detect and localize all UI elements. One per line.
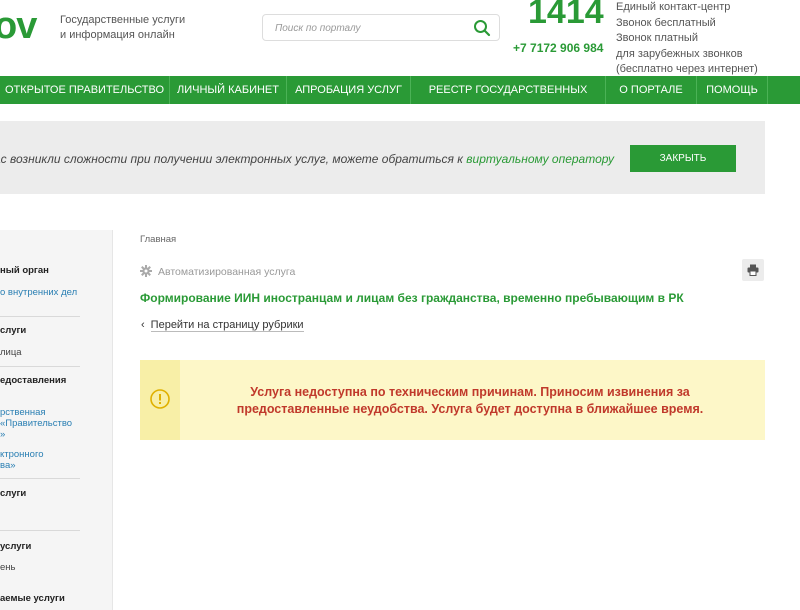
- nav-item-about[interactable]: О ПОРТАЛЕ: [606, 76, 696, 104]
- contact-center-long-number[interactable]: +7 7172 906 984: [513, 41, 603, 55]
- service-type-label: Автоматизированная услуга: [158, 266, 296, 278]
- search-icon[interactable]: [473, 19, 491, 37]
- contact-line: Звонок платный: [616, 32, 698, 44]
- sidebar-divider: [0, 316, 80, 317]
- contact-line: Звонок бесплатный: [616, 16, 716, 29]
- main-nav: ОТКРЫТОЕ ПРАВИТЕЛЬСТВО ЛИЧНЫЙ КАБИНЕТ АП…: [0, 76, 800, 124]
- search-box[interactable]: [262, 14, 500, 41]
- sidebar-divider: [0, 530, 80, 531]
- sidebar-heading: слуги: [0, 325, 27, 336]
- breadcrumb-home[interactable]: Главная: [140, 234, 176, 245]
- alert-icon-column: [140, 360, 180, 440]
- service-unavailable-alert: Услуга недоступна по техническим причина…: [140, 360, 765, 440]
- sidebar-link[interactable]: »: [0, 429, 5, 441]
- sidebar-text: ень: [0, 562, 16, 573]
- nav-item-services-approbation[interactable]: АПРОБАЦИЯ УСЛУГ: [287, 76, 410, 104]
- sidebar-heading: едоставления: [0, 375, 67, 386]
- nav-item-help[interactable]: ПОМОЩЬ: [697, 76, 767, 104]
- contact-line: для зарубежных звонков: [616, 47, 743, 60]
- sidebar-text: лица: [0, 347, 22, 358]
- tagline-line-1: Государственные услуги: [60, 14, 186, 26]
- nav-item-personal-cabinet[interactable]: ЛИЧНЫЙ КАБИНЕТ: [170, 76, 286, 104]
- virtual-operator-link[interactable]: виртуальному оператору: [466, 152, 614, 166]
- close-banner-button[interactable]: ЗАКРЫТЬ: [630, 145, 736, 172]
- back-link-label: Перейти на страницу рубрики: [150, 319, 304, 332]
- nav-item-open-government[interactable]: ОТКРЫТОЕ ПРАВИТЕЛЬСТВО: [0, 76, 169, 104]
- sidebar-heading: ный орган: [0, 265, 49, 276]
- info-icon: [150, 389, 170, 409]
- banner-message: ас возникли сложности при получении элек…: [0, 152, 467, 166]
- back-to-rubric-link[interactable]: ‹ Перейти на страницу рубрики: [141, 319, 304, 332]
- contact-info: Единый контакт-центр Звонок бесплатный З…: [616, 0, 758, 78]
- portal-logo[interactable]: ov: [0, 4, 37, 48]
- nav-item-services-registry[interactable]: РЕЕСТР ГОСУДАРСТВЕННЫХ УСЛУГ: [411, 76, 605, 124]
- chevron-left-icon: ‹: [141, 319, 145, 331]
- print-button[interactable]: [742, 259, 764, 281]
- contact-center-short-number[interactable]: 1414: [528, 0, 604, 32]
- alert-message: Услуга недоступна по техническим причина…: [236, 385, 704, 416]
- sidebar-heading: услуги: [0, 541, 32, 552]
- search-input[interactable]: [275, 20, 465, 36]
- internet-call-link[interactable]: (бесплатно через интернет): [616, 63, 758, 77]
- sidebar-link[interactable]: о внутренних дел: [0, 287, 77, 299]
- sidebar-heading: аемые услуги: [0, 593, 65, 604]
- sidebar-heading: слуги: [0, 488, 27, 499]
- page-title: Формирование ИИН иностранцам и лицам без…: [140, 291, 684, 305]
- contact-line: Единый контакт-центр: [616, 1, 731, 13]
- sidebar-divider: [0, 366, 80, 367]
- portal-tagline: Государственные услуги и информация онла…: [60, 13, 210, 43]
- sidebar-link[interactable]: «Правительство: [0, 418, 72, 430]
- nav-separator: [767, 76, 768, 104]
- gear-icon: [140, 265, 152, 277]
- printer-icon: [747, 264, 759, 276]
- tagline-line-2: и информация онлайн: [60, 29, 175, 41]
- banner-text: ас возникли сложности при получении элек…: [0, 152, 614, 166]
- sidebar-divider: [0, 478, 80, 479]
- sidebar-link[interactable]: ва»: [0, 460, 16, 472]
